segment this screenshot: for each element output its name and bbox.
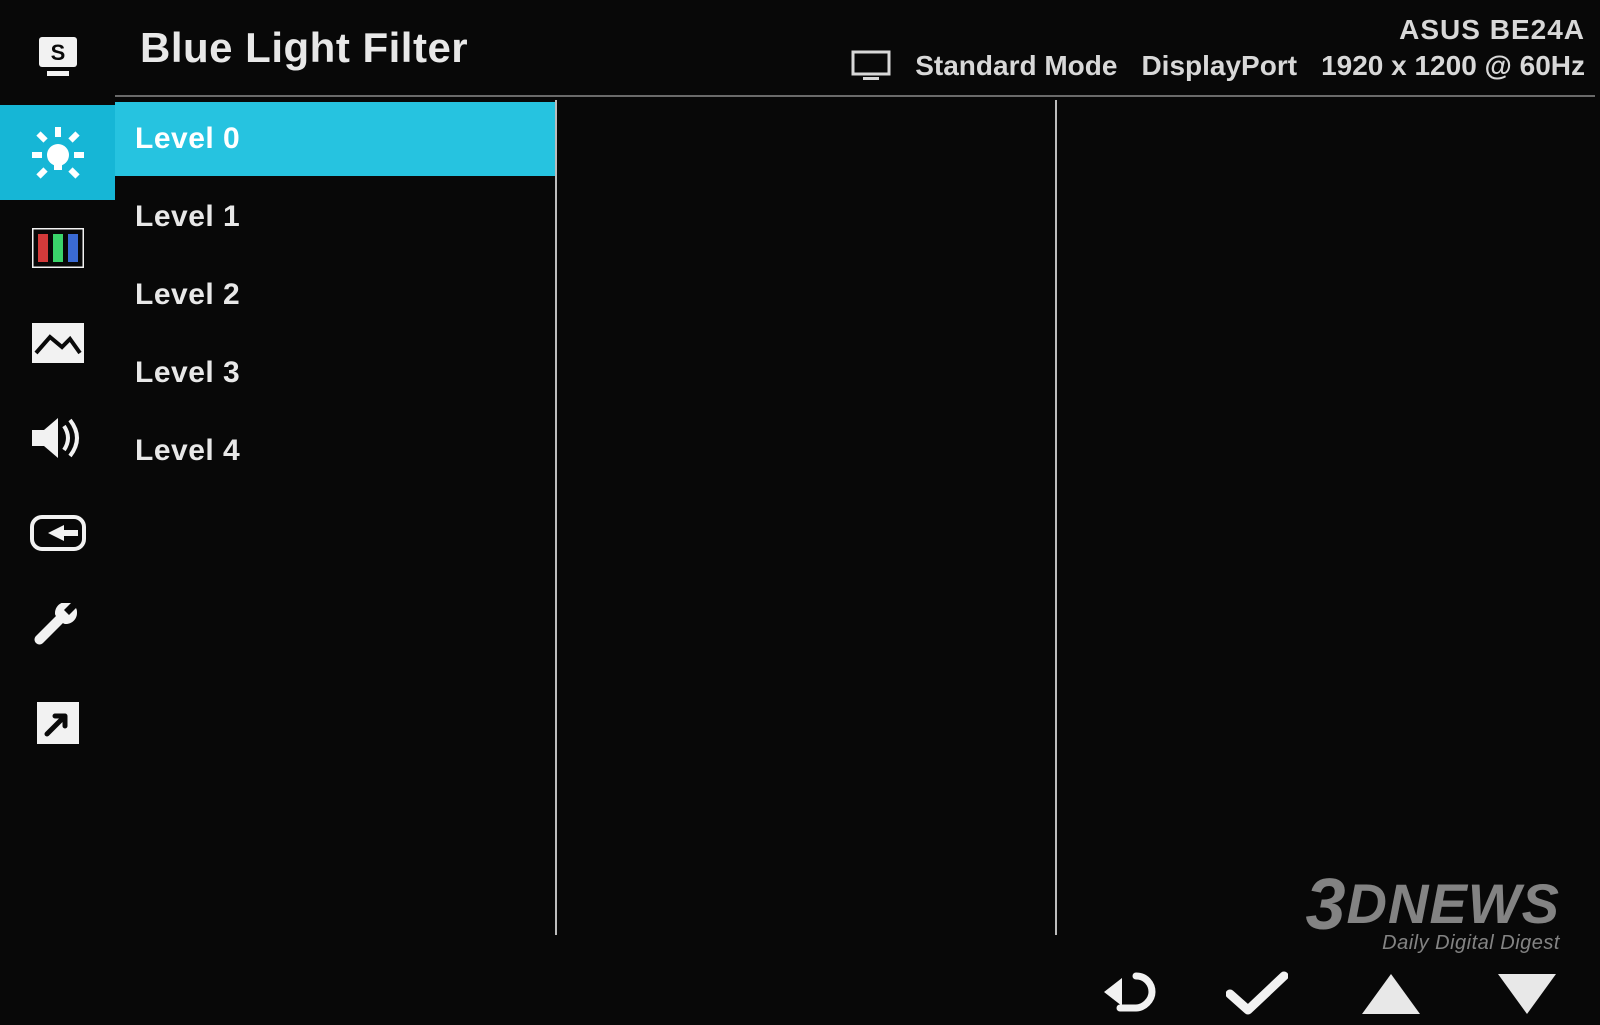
nav-system[interactable] [0, 580, 115, 675]
page-title: Blue Light Filter [140, 24, 468, 72]
options-column: Level 0 Level 1 Level 2 Level 3 Level 4 [115, 100, 555, 935]
osd-root: Blue Light Filter ASUS BE24A Standard Mo… [0, 0, 1600, 1025]
option-label: Level 4 [135, 434, 240, 468]
column-divider-2 [1055, 100, 1057, 935]
nav-buttons [1100, 968, 1560, 1020]
wrench-icon [33, 603, 83, 653]
nav-splendid[interactable]: S [0, 10, 115, 105]
down-button[interactable] [1494, 970, 1560, 1018]
resolution-label: 1920 x 1200 @ 60Hz [1321, 50, 1585, 82]
watermark-d: D [1347, 872, 1388, 935]
option-level-1[interactable]: Level 1 [115, 180, 555, 254]
status-line: Standard Mode DisplayPort 1920 x 1200 @ … [851, 50, 1585, 82]
option-level-2[interactable]: Level 2 [115, 258, 555, 332]
nav-shortcut[interactable] [0, 675, 115, 770]
option-label: Level 0 [135, 122, 240, 156]
shortcut-icon [35, 700, 81, 746]
option-label: Level 1 [135, 200, 240, 234]
input-label: DisplayPort [1141, 50, 1297, 82]
sound-icon [30, 416, 86, 460]
content-area: Level 0 Level 1 Level 2 Level 3 Level 4 [115, 100, 1595, 935]
nav-image[interactable] [0, 295, 115, 390]
nav-blue-light[interactable] [0, 105, 115, 200]
back-button[interactable] [1100, 968, 1156, 1020]
model-label: ASUS BE24A [1399, 14, 1585, 46]
watermark-logo: 3DNEWS Daily Digital Digest [1306, 867, 1561, 955]
nav-color[interactable] [0, 200, 115, 295]
bulb-icon [28, 123, 88, 183]
watermark-3: 3 [1306, 873, 1347, 938]
osd-header: Blue Light Filter ASUS BE24A Standard Mo… [115, 0, 1595, 95]
nav-sound[interactable] [0, 390, 115, 485]
column-divider-1 [555, 100, 557, 935]
input-icon [30, 513, 86, 553]
image-icon [32, 323, 84, 363]
option-level-0[interactable]: Level 0 [115, 102, 555, 176]
up-button[interactable] [1358, 970, 1424, 1018]
triangle-up-icon [1358, 970, 1424, 1018]
option-level-4[interactable]: Level 4 [115, 414, 555, 488]
svg-text:S: S [50, 40, 65, 65]
header-divider [115, 95, 1595, 97]
splendid-icon: S [33, 33, 83, 83]
header-status: ASUS BE24A Standard Mode DisplayPort 192… [851, 14, 1585, 82]
color-bars-icon [32, 228, 84, 268]
option-level-3[interactable]: Level 3 [115, 336, 555, 410]
options-list: Level 0 Level 1 Level 2 Level 3 Level 4 [115, 100, 555, 492]
monitor-icon [851, 50, 891, 82]
mode-label: Standard Mode [915, 50, 1117, 82]
option-label: Level 3 [135, 356, 240, 390]
triangle-down-icon [1494, 970, 1560, 1018]
nav-input[interactable] [0, 485, 115, 580]
nav-rail: S [0, 10, 115, 880]
check-icon [1226, 970, 1288, 1018]
watermark-news: NEWS [1388, 872, 1560, 935]
confirm-button[interactable] [1226, 970, 1288, 1018]
back-icon [1100, 968, 1156, 1020]
option-label: Level 2 [135, 278, 240, 312]
